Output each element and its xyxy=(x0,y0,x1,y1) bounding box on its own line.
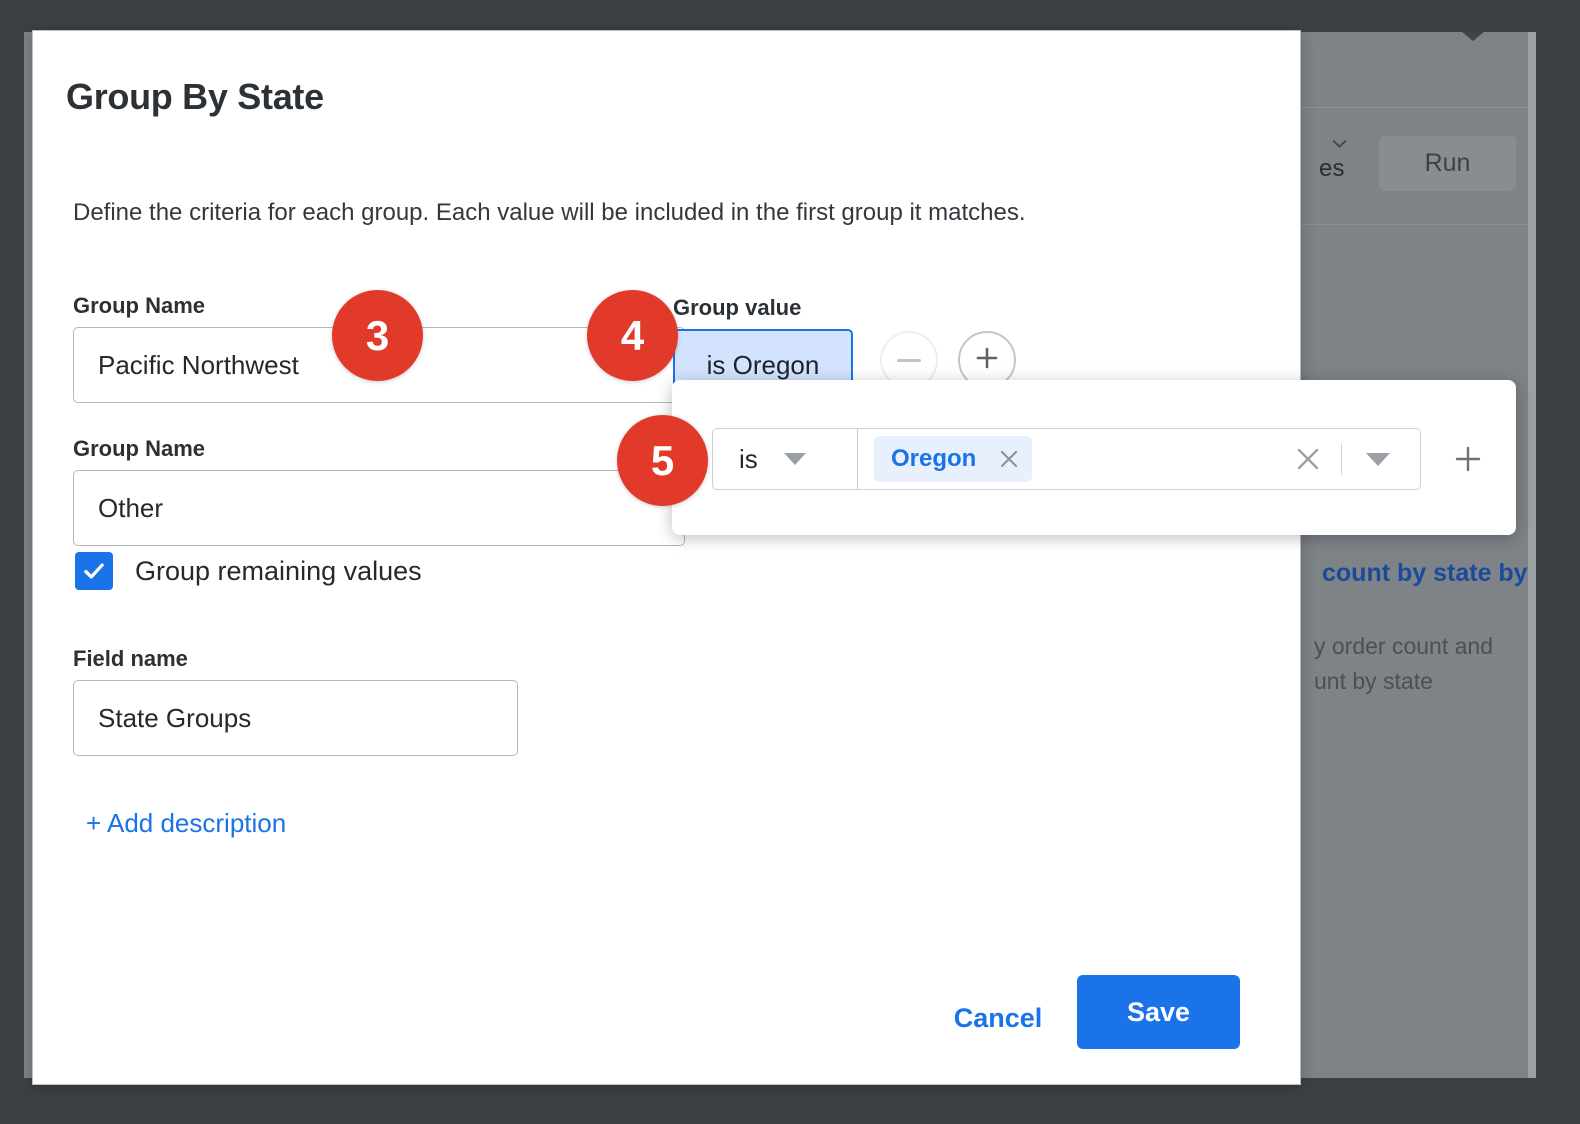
filter-value-box[interactable]: Oregon xyxy=(857,428,1421,490)
truncated-tab-label: es xyxy=(1319,155,1345,183)
vertical-divider xyxy=(1341,443,1342,475)
background-blue-heading: count by state by xyxy=(1322,559,1528,588)
dialog-description: Define the criteria for each group. Each… xyxy=(73,199,1026,227)
operator-select[interactable]: is xyxy=(712,428,857,490)
group-remaining-values-label: Group remaining values xyxy=(135,556,422,587)
app-toolbar: es Run xyxy=(1294,127,1536,222)
field-name-input[interactable]: State Groups xyxy=(73,680,518,756)
field-name-label: Field name xyxy=(73,646,188,672)
group-name-label-1: Group Name xyxy=(73,293,205,319)
value-chip-oregon[interactable]: Oregon xyxy=(874,436,1032,482)
operator-value: is xyxy=(739,444,758,475)
step-badge-5: 5 xyxy=(617,415,708,506)
cancel-button[interactable]: Cancel xyxy=(939,994,1057,1042)
group-value-label: Group value xyxy=(673,295,801,321)
group-remaining-values-row[interactable]: Group remaining values xyxy=(75,552,422,590)
background-text-line-1: y order count and xyxy=(1314,633,1493,660)
background-text-line-2: unt by state xyxy=(1314,668,1433,695)
add-filter-button[interactable] xyxy=(1451,442,1485,476)
value-chip-label: Oregon xyxy=(891,445,976,473)
step-badge-3: 3 xyxy=(332,290,423,381)
app-right-edge xyxy=(1528,32,1536,1078)
group-by-state-dialog: Group By State Define the criteria for e… xyxy=(32,30,1301,1085)
screenshot-root: es Run count by state by y order count a… xyxy=(0,0,1580,1124)
filter-row: is Oregon xyxy=(712,428,1485,490)
filter-popover: is Oregon xyxy=(672,380,1516,535)
step-badge-4: 4 xyxy=(587,290,678,381)
save-button[interactable]: Save xyxy=(1077,975,1240,1049)
group-name-label-2: Group Name xyxy=(73,436,205,462)
group-name-input-2[interactable]: Other xyxy=(73,470,685,546)
caret-down-icon xyxy=(784,453,806,465)
minus-icon xyxy=(897,359,921,362)
chevron-down-icon[interactable] xyxy=(1332,139,1347,148)
checkbox-checked[interactable] xyxy=(75,552,113,590)
add-description-link[interactable]: + Add description xyxy=(86,808,286,839)
caret-down-icon[interactable] xyxy=(1366,453,1390,466)
page-title: Group By State xyxy=(66,76,324,118)
caret-up-icon xyxy=(1462,32,1484,41)
run-button[interactable]: Run xyxy=(1379,136,1516,191)
plus-icon xyxy=(973,344,1001,377)
clear-icon[interactable] xyxy=(1294,445,1322,473)
close-icon[interactable] xyxy=(998,448,1020,470)
